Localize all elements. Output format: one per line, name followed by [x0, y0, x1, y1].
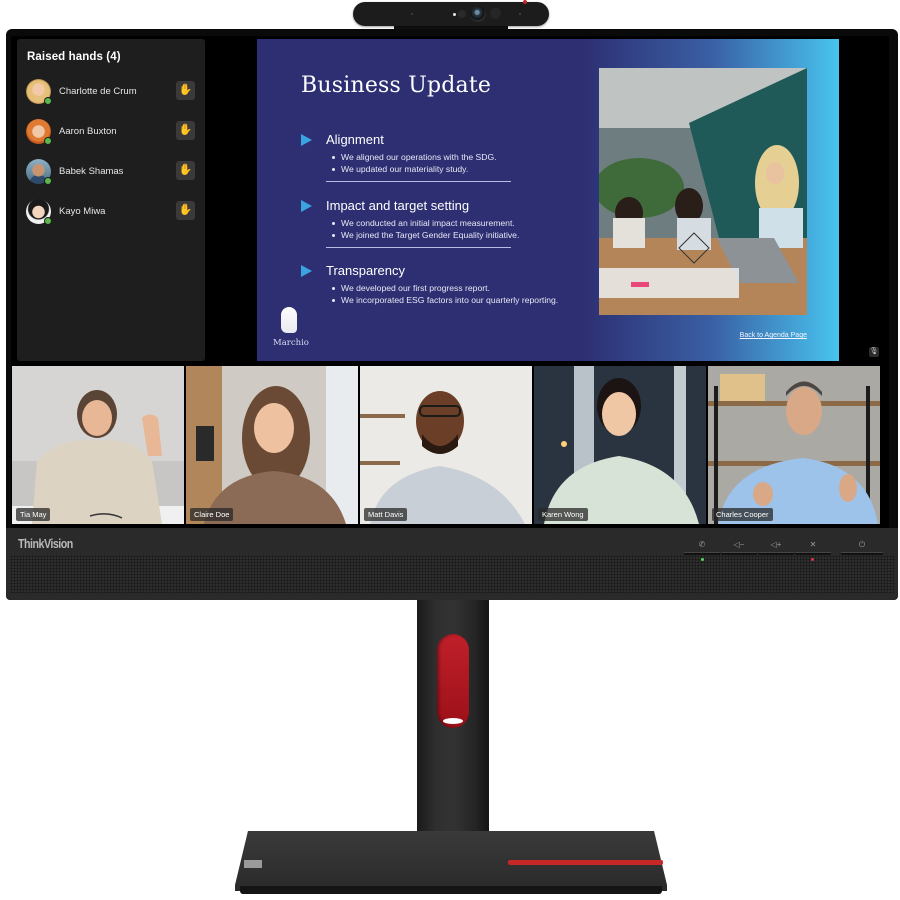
participant-name-label: Tia May [16, 508, 51, 521]
video-tile[interactable]: Matt Davis [360, 366, 532, 524]
video-tile[interactable]: Tia May [12, 366, 184, 524]
video-tile[interactable]: Karen Wong [534, 366, 706, 524]
divider [326, 181, 511, 182]
cable-management-slot [437, 634, 469, 728]
participant-video [186, 366, 358, 524]
raised-hands-panel: Raised hands (4) Charlotte de Crum ✋ Aar… [17, 39, 205, 361]
section-heading: Impact and target setting [326, 198, 470, 213]
volume-up-icon: ◁+ [770, 540, 782, 549]
raised-hands-title: Raised hands (4) [27, 51, 121, 63]
bullet-item: We conducted an initial impact measureme… [332, 217, 519, 229]
participant-name: Kayo Miwa [59, 206, 106, 217]
participant-name: Babek Shamas [59, 166, 124, 177]
video-gallery: Tia May Claire Doe Matt Davis Karen Wong… [12, 366, 888, 526]
participant-name-label: Claire Doe [190, 508, 234, 521]
bullet-item: We developed our first progress report. [332, 282, 558, 294]
button-bar [795, 552, 831, 555]
bullet-list: We developed our first progress report. … [332, 282, 558, 306]
bullet-item: We updated our materiality study. [332, 163, 497, 175]
monitor-chin: ThinkVision ✆ ◁− ◁+ ✕ ⏻ [6, 528, 898, 600]
chevron-right-icon [301, 134, 312, 146]
slot-light [443, 718, 463, 724]
status-led-red [811, 558, 814, 561]
microphone-muted-icon[interactable]: 🎙 [869, 347, 879, 357]
participant-name-label: Charles Cooper [712, 508, 773, 521]
bullet-item: We incorporated ESG factors into our qua… [332, 294, 558, 306]
button-bar [684, 552, 720, 555]
button-bar [841, 552, 883, 555]
microphone-hole [519, 13, 521, 15]
power-icon: ⏻ [858, 540, 866, 549]
bullet-item: We joined the Target Gender Equality ini… [332, 229, 519, 241]
monitor-stand-neck [417, 600, 489, 848]
status-available-icon [44, 137, 52, 145]
brand-logo: ThinkVision [18, 536, 73, 551]
bullet-item: We aligned our operations with the SDG. [332, 151, 497, 163]
privacy-shutter-indicator [523, 0, 527, 4]
bullet-list: We conducted an initial impact measureme… [332, 217, 519, 241]
button-bar [758, 552, 794, 555]
shared-presentation-slide: Business Update Alignment We aligned our… [257, 39, 839, 361]
status-available-icon [44, 177, 52, 185]
slide-title: Business Update [301, 73, 492, 98]
section-heading: Alignment [326, 132, 384, 147]
base-edge [240, 886, 662, 894]
volume-down-icon: ◁− [733, 540, 745, 549]
chevron-right-icon [301, 265, 312, 277]
section-heading: Transparency [326, 263, 405, 278]
status-available-icon [44, 217, 52, 225]
mute-icon: ✕ [809, 540, 817, 549]
base-badge [244, 860, 262, 868]
screen: Raised hands (4) Charlotte de Crum ✋ Aar… [11, 36, 889, 528]
status-available-icon [44, 97, 52, 105]
power-button[interactable]: ⏻ [841, 541, 883, 555]
microphone-hole [411, 13, 413, 15]
participant-video [360, 366, 532, 524]
video-tile[interactable]: Claire Doe [186, 366, 358, 524]
webcam-led [453, 13, 456, 16]
participant-name: Aaron Buxton [59, 126, 117, 137]
participant-row[interactable]: Aaron Buxton ✋ [26, 119, 196, 145]
participant-name-label: Karen Wong [538, 508, 588, 521]
raised-hand-icon[interactable]: ✋ [176, 121, 195, 140]
logo-head-icon [281, 307, 297, 333]
logo-text: Marchio [273, 338, 309, 348]
company-logo: Marchio [273, 307, 313, 349]
phone-icon: ✆ [698, 540, 706, 549]
participant-row[interactable]: Babek Shamas ✋ [26, 159, 196, 185]
base-red-stripe [508, 860, 663, 865]
participant-video [534, 366, 706, 524]
camera-lens-icon [470, 6, 486, 22]
participant-row[interactable]: Charlotte de Crum ✋ [26, 79, 196, 105]
office-meeting-image [599, 68, 807, 315]
participant-video [12, 366, 184, 524]
ir-sensor [490, 8, 501, 19]
chevron-right-icon [301, 200, 312, 212]
raised-hand-icon[interactable]: ✋ [176, 161, 195, 180]
status-led-green [701, 558, 704, 561]
webcam [353, 2, 549, 26]
button-bar [721, 552, 757, 555]
video-tile[interactable]: Charles Cooper [708, 366, 880, 524]
volume-up-button[interactable]: ◁+ [758, 541, 794, 555]
participant-video [708, 366, 880, 524]
slide-photo [599, 68, 807, 315]
ir-sensor [458, 10, 466, 18]
divider [326, 247, 511, 248]
participant-name-label: Matt Davis [364, 508, 408, 521]
volume-down-button[interactable]: ◁− [721, 541, 757, 555]
bullet-list: We aligned our operations with the SDG. … [332, 151, 497, 175]
mute-button[interactable]: ✕ [795, 540, 831, 561]
participant-row[interactable]: Kayo Miwa ✋ [26, 199, 196, 225]
participant-name: Charlotte de Crum [59, 86, 137, 97]
back-to-agenda-link[interactable]: Back to Agenda Page [740, 332, 807, 339]
speaker-grille [10, 555, 894, 593]
raised-hand-icon[interactable]: ✋ [176, 81, 195, 100]
raised-hand-icon[interactable]: ✋ [176, 201, 195, 220]
call-button[interactable]: ✆ [684, 540, 720, 561]
